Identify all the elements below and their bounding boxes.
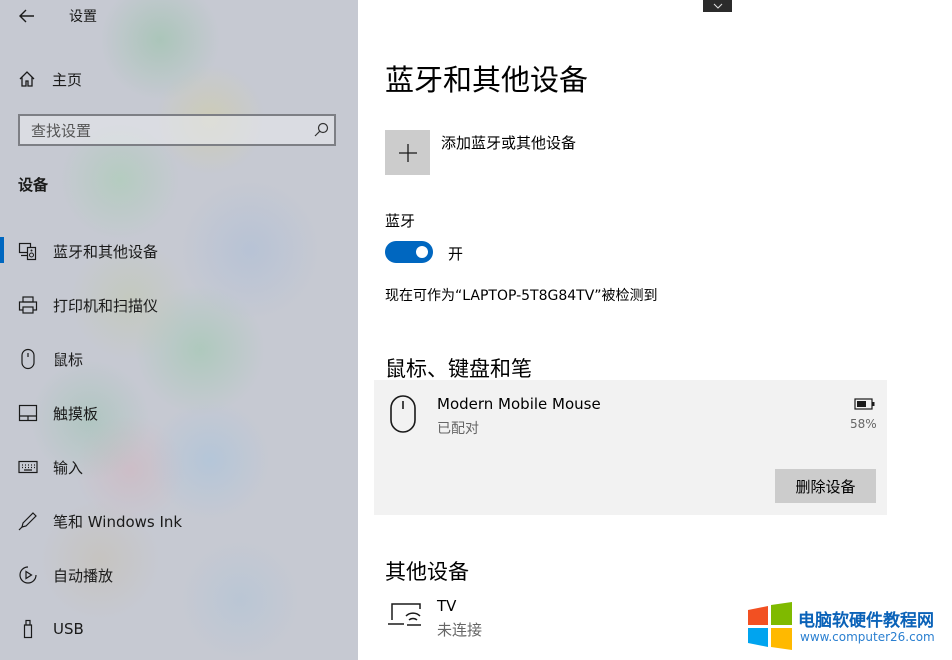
back-arrow-icon [19, 9, 34, 23]
tv-device-name[interactable]: TV [437, 597, 456, 615]
mouse-icon [390, 395, 416, 433]
title-bar: 设置 [0, 0, 358, 32]
toggle-knob [416, 246, 428, 258]
sidebar-item-bluetooth[interactable]: 蓝牙和其他设备 [0, 224, 358, 278]
sidebar-item-label: 笔和 Windows Ink [53, 512, 183, 531]
watermark-line1: 电脑软硬件教程网 [798, 611, 934, 631]
sidebar-item-label: 打印机和扫描仪 [53, 296, 159, 315]
sidebar-nav: 蓝牙和其他设备 打印机和扫描仪 鼠标 触摸板 输入 笔和 Windows Ink… [0, 224, 358, 656]
add-device-button[interactable] [385, 130, 430, 175]
search-icon[interactable] [308, 122, 334, 138]
device-name: Modern Mobile Mouse [437, 395, 601, 413]
collapse-button[interactable] [703, 0, 732, 12]
windows-flag-icon [748, 602, 792, 650]
sidebar-item-autoplay[interactable]: 自动播放 [0, 548, 358, 602]
bluetooth-state-label: 开 [448, 245, 464, 263]
sidebar-item-label: 触摸板 [53, 404, 99, 423]
sidebar-item-label: 输入 [53, 458, 84, 477]
sidebar-item-touchpad[interactable]: 触摸板 [0, 386, 358, 440]
back-button[interactable] [14, 4, 40, 28]
autoplay-icon [17, 564, 39, 586]
home-icon [19, 71, 35, 87]
other-devices-heading: 其他设备 [385, 560, 469, 584]
pen-icon [17, 510, 39, 532]
section-title: 设备 [18, 176, 49, 194]
bluetooth-label: 蓝牙 [385, 212, 416, 230]
sidebar: 设置 主页 查找设置 设备 蓝牙和其他设备 打印机和扫描仪 鼠标 触摸板 输入 … [0, 0, 358, 660]
mouse-device-card[interactable]: Modern Mobile Mouse 已配对 58% 删除设备 [374, 380, 887, 515]
printer-icon [17, 294, 39, 316]
watermark-line2: www.computer26.com [800, 630, 935, 644]
mouse-keyboard-pen-heading: 鼠标、键盘和笔 [385, 357, 532, 381]
sidebar-item-usb[interactable]: USB [0, 602, 358, 656]
chevron-down-icon [713, 3, 722, 9]
keyboard-icon [17, 456, 39, 478]
sidebar-item-label: USB [53, 620, 84, 638]
sidebar-item-label: 自动播放 [53, 566, 114, 585]
home-nav-item[interactable]: 主页 [18, 66, 82, 92]
battery-icon [854, 398, 875, 410]
device-status: 已配对 [437, 421, 479, 437]
watermark-logo: 电脑软硬件教程网 www.computer26.com [746, 602, 946, 656]
discoverable-text: 现在可作为“LAPTOP-5T8G84TV”被检测到 [385, 288, 658, 304]
add-device-label[interactable]: 添加蓝牙或其他设备 [441, 132, 576, 153]
page-title: 蓝牙和其他设备 [385, 63, 589, 97]
search-placeholder: 查找设置 [31, 121, 92, 140]
mouse-icon [17, 348, 39, 370]
bluetooth-devices-icon [17, 240, 39, 262]
sidebar-item-label: 蓝牙和其他设备 [53, 242, 159, 261]
sidebar-item-mouse[interactable]: 鼠标 [0, 332, 358, 386]
remove-device-button[interactable]: 删除设备 [775, 469, 876, 503]
touchpad-icon [17, 402, 39, 424]
home-label: 主页 [52, 70, 83, 89]
main-content: 蓝牙和其他设备 添加蓝牙或其他设备 蓝牙 开 现在可作为“LAPTOP-5T8G… [358, 0, 952, 660]
search-input[interactable]: 查找设置 [18, 114, 336, 146]
tv-device-status: 未连接 [437, 621, 483, 639]
sidebar-item-label: 鼠标 [53, 350, 84, 369]
sidebar-item-printers[interactable]: 打印机和扫描仪 [0, 278, 358, 332]
battery-percent: 58% [850, 417, 877, 431]
app-title: 设置 [69, 9, 97, 25]
tv-wireless-icon [388, 603, 421, 626]
plus-icon [398, 143, 417, 162]
sidebar-item-input[interactable]: 输入 [0, 440, 358, 494]
bluetooth-toggle[interactable] [385, 241, 433, 263]
usb-icon [17, 618, 39, 640]
sidebar-item-pen[interactable]: 笔和 Windows Ink [0, 494, 358, 548]
